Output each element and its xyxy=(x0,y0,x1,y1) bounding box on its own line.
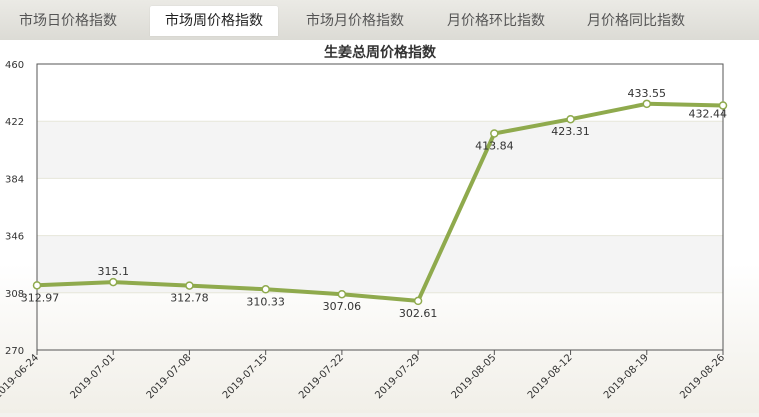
data-point xyxy=(490,129,499,138)
tab-bar: 市场日价格指数 市场周价格指数 市场月价格指数 月价格环比指数 月价格同比指数 xyxy=(0,0,759,41)
x-tick-label: 2019-07-29 xyxy=(373,352,422,401)
x-tick-label: 2019-07-15 xyxy=(221,352,270,401)
y-tick-label: 460 xyxy=(5,60,24,71)
x-axis-ticks: 2019-06-24 2019-07-01 2019-07-08 2019-07-15… xyxy=(0,350,727,401)
data-point xyxy=(185,281,194,290)
tab-market-weekly-index[interactable]: 市场周价格指数 xyxy=(150,6,278,36)
data-point xyxy=(413,296,423,306)
price-index-app: 市场日价格指数 市场周价格指数 市场月价格指数 月价格环比指数 月价格同比指数 … xyxy=(0,0,759,413)
tab-market-daily-index[interactable]: 市场日价格指数 xyxy=(12,6,124,36)
x-tick-label: 2019-08-26 xyxy=(678,352,727,401)
data-label: 433.55 xyxy=(628,87,667,100)
data-label: 432.44 xyxy=(689,107,728,120)
chart-title: 生姜总周价格指数 xyxy=(324,44,437,61)
data-point xyxy=(261,285,270,294)
tab-market-monthly-index[interactable]: 市场月价格指数 xyxy=(300,6,410,36)
x-tick-label: 2019-08-12 xyxy=(526,352,575,401)
tab-monthly-yoy-index[interactable]: 月价格同比指数 xyxy=(580,6,692,36)
data-label: 413.84 xyxy=(475,139,514,152)
data-point xyxy=(337,289,347,299)
y-tick-label: 384 xyxy=(5,174,24,185)
grid-lines xyxy=(37,63,723,351)
data-label: 310.33 xyxy=(246,295,285,308)
data-label: 315.1 xyxy=(97,265,129,278)
chart-panel: 生姜总周价格指数 270 308 346 384 422 460 2019-06-24 20… xyxy=(0,40,759,413)
data-label: 312.78 xyxy=(170,292,209,305)
tab-monthly-mom-index[interactable]: 月价格环比指数 xyxy=(440,6,552,36)
plot-bands xyxy=(37,121,723,293)
data-label: 423.31 xyxy=(551,125,590,138)
x-tick-label: 2019-08-19 xyxy=(602,352,651,401)
data-label: 312.97 xyxy=(21,291,60,304)
data-label: 307.06 xyxy=(323,300,362,313)
x-tick-label: 2019-07-22 xyxy=(297,352,346,401)
y-tick-label: 270 xyxy=(5,346,24,357)
data-point xyxy=(32,281,42,290)
data-label: 302.61 xyxy=(399,307,438,320)
data-point xyxy=(566,114,575,124)
y-tick-label: 422 xyxy=(5,117,24,128)
y-tick-label: 346 xyxy=(5,232,24,243)
x-tick-label: 2019-06-24 xyxy=(0,352,41,401)
plot-band xyxy=(37,121,723,179)
y-axis-ticks: 270308346384422460 xyxy=(5,60,24,357)
x-tick-label: 2019-07-01 xyxy=(68,352,117,401)
plot-border xyxy=(36,63,724,351)
x-tick-label: 2019-07-08 xyxy=(145,352,194,401)
x-tick-label: 2019-08-05 xyxy=(450,352,499,401)
data-point xyxy=(108,277,118,287)
data-point xyxy=(642,99,652,109)
line-chart: 生姜总周价格指数 270308346384422460 2019-06-24 20… xyxy=(0,44,728,401)
